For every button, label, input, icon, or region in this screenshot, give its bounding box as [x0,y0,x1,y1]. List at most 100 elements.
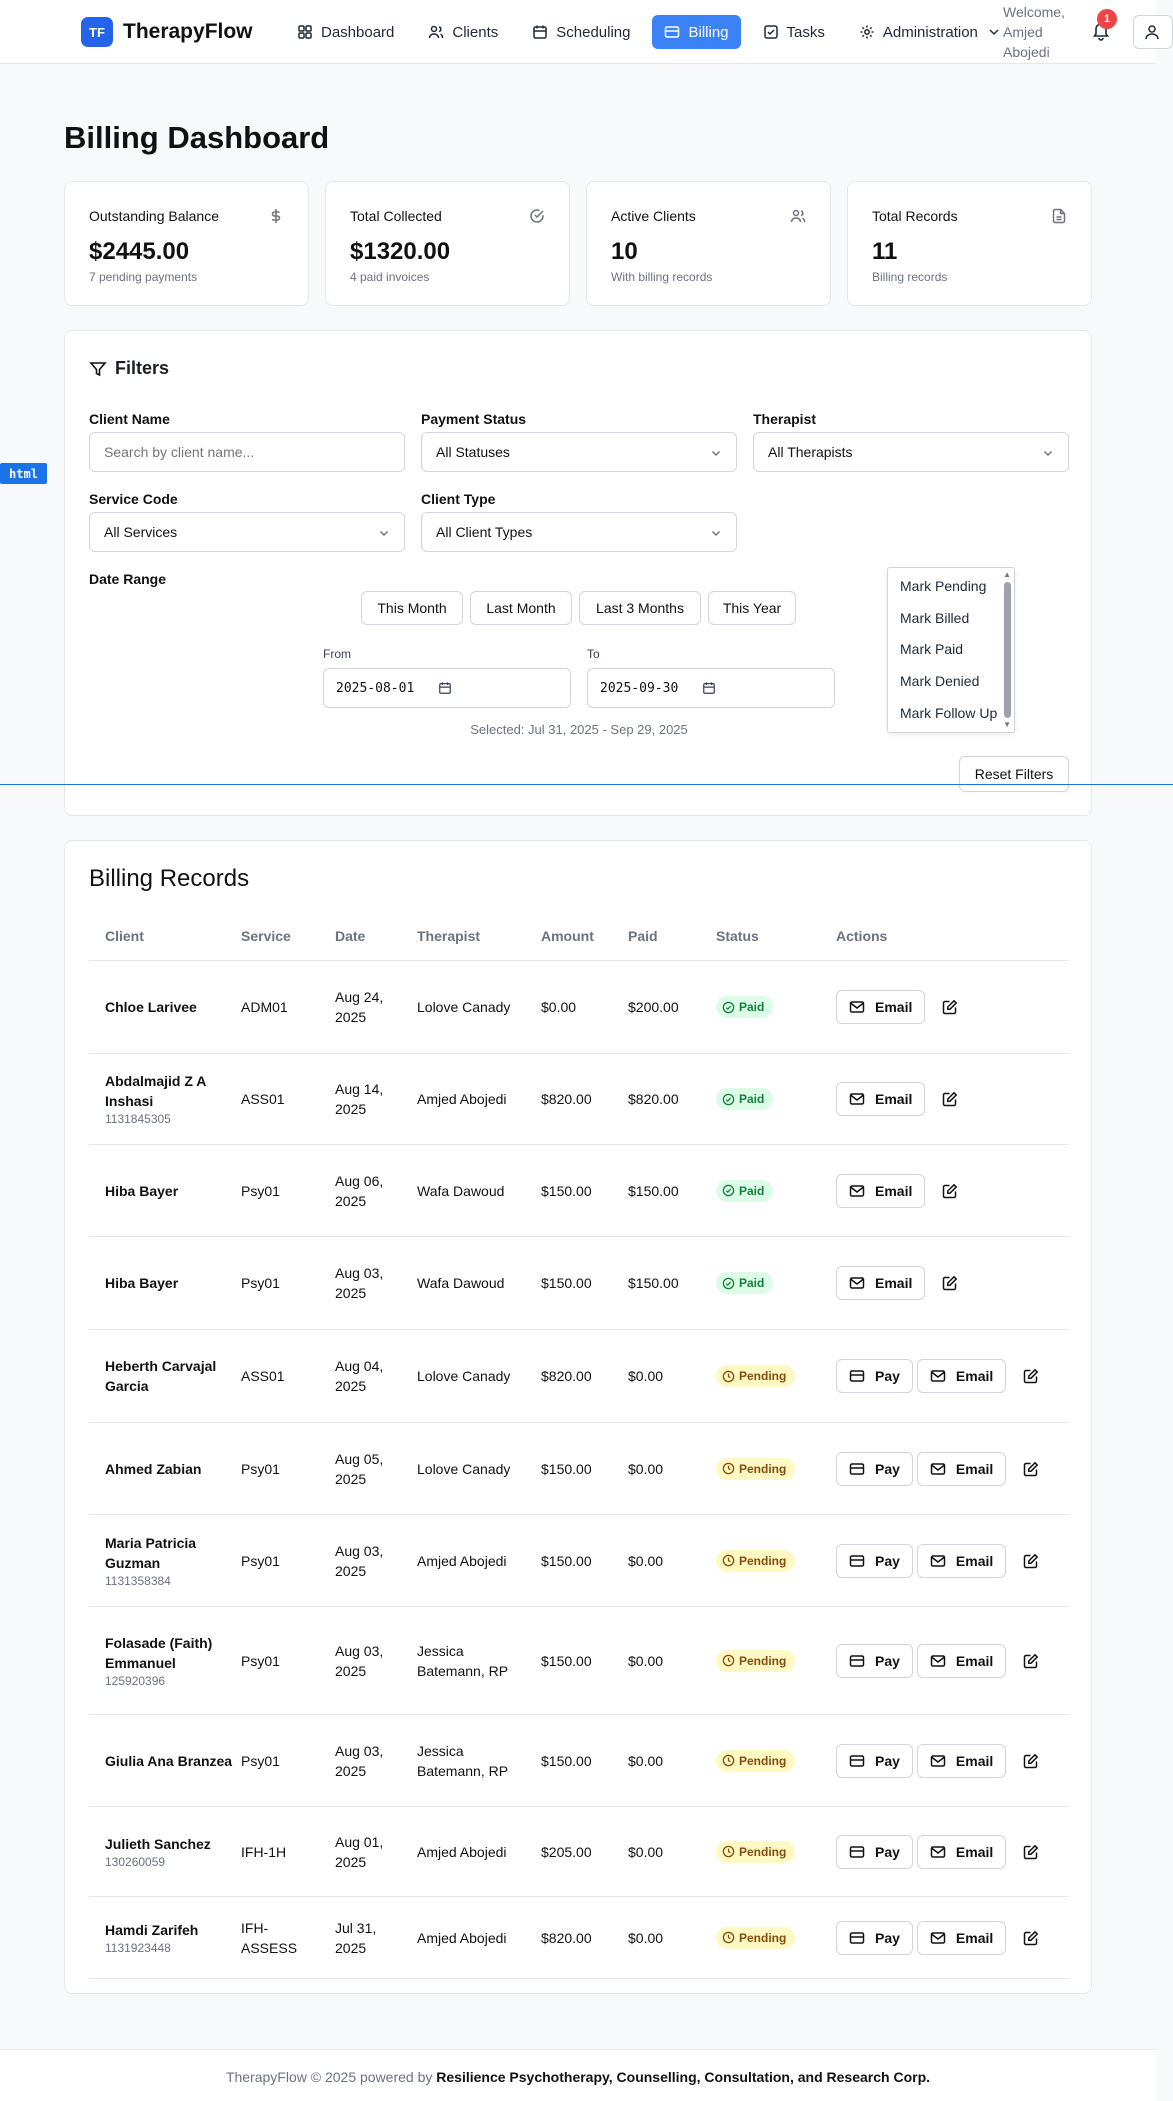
client-name[interactable]: Ahmed Zabian [105,1459,235,1479]
client-name[interactable]: Abdalmajid Z A Inshasi [105,1071,235,1111]
actions-cell: Pay Email [836,1715,1048,1806]
table-row: Heberth Carvajal Garcia ASS01 Aug 04, 2025… [89,1330,1069,1423]
service-code-select[interactable]: All Services [89,512,405,552]
email-button[interactable]: Email [916,1359,1007,1393]
therapist-select[interactable]: All Therapists [753,432,1069,472]
nav-dashboard[interactable]: Dashboard [285,15,406,49]
actions-cell: Pay Email [836,1897,1048,1978]
client-name[interactable]: Hiba Bayer [105,1181,235,1201]
amount-cell: $820.00 [541,1929,592,1946]
mark-option[interactable]: Mark Paid [900,641,963,657]
last-3-months-button[interactable]: Last 3 Months [579,591,701,625]
edit-icon[interactable] [933,1174,967,1208]
client-name[interactable]: Hiba Bayer [105,1273,235,1293]
scroll-up-icon[interactable]: ▲ [1003,570,1011,579]
reset-filters-button[interactable]: Reset Filters [959,756,1069,792]
clock-icon [722,1654,735,1667]
edit-icon[interactable] [1014,1452,1048,1486]
client-name[interactable]: Folasade (Faith) Emmanuel [105,1633,235,1673]
from-date-input[interactable]: 2025-08-01 [323,668,571,708]
client-id: 1131923448 [105,1940,171,1955]
edit-icon[interactable] [1014,1359,1048,1393]
edit-icon[interactable] [933,1082,967,1116]
mark-status-list[interactable]: Mark Pending Mark Billed Mark Paid Mark … [887,567,1015,733]
date-range-label: Date Range [89,571,167,587]
scrollbar-thumb[interactable] [1004,582,1011,718]
column-header-actions: Actions [836,928,888,944]
pay-button[interactable]: Pay [836,1743,913,1778]
email-button[interactable]: Email [836,1266,926,1300]
nav-clients[interactable]: Clients [416,15,510,49]
edit-icon[interactable] [933,990,967,1024]
pay-button[interactable]: Pay [836,1834,913,1869]
pay-button[interactable]: Pay [836,1543,913,1578]
edit-icon[interactable] [1014,1644,1048,1678]
mark-option[interactable]: Mark Pending [900,578,986,594]
email-button[interactable]: Email [836,1173,926,1208]
edit-icon[interactable] [1014,1835,1048,1869]
client-name[interactable]: Giulia Ana Branzea [105,1751,235,1771]
client-name-input[interactable] [89,432,405,472]
client-name[interactable]: Maria Patricia Guzman [105,1533,235,1573]
nav-tasks[interactable]: Tasks [751,15,837,49]
nav-billing[interactable]: Billing [652,15,741,49]
email-button-label: Email [875,1091,913,1107]
email-button[interactable]: Email [836,990,926,1024]
therapist-cell: Wafa Dawoud [417,1275,505,1291]
pay-button[interactable]: Pay [836,1359,913,1393]
users-icon [790,209,806,223]
email-button[interactable]: Email [836,1082,926,1116]
edit-icon[interactable] [1014,1544,1048,1578]
email-button[interactable]: Email [916,1451,1007,1486]
stat-subtext: With billing records [611,270,713,284]
from-date-value: 2025-08-01 [336,680,415,696]
client-type-select[interactable]: All Client Types [421,512,737,552]
payment-status-label: Payment Status [421,411,527,427]
edit-icon[interactable] [933,1266,967,1300]
nav-scheduling[interactable]: Scheduling [520,15,642,49]
amount-cell: $150.00 [541,1652,592,1669]
email-button[interactable]: Email [916,1834,1007,1869]
email-button-label: Email [955,1652,994,1669]
email-button[interactable]: Email [916,1920,1007,1955]
date-cell: Aug 04, 2025 [335,1358,384,1394]
client-name[interactable]: Julieth Sanchez [105,1834,235,1854]
brand[interactable]: TF TherapyFlow [81,17,253,47]
credit-card-icon [849,1553,865,1569]
pay-button[interactable]: Pay [836,1920,913,1955]
last-month-button[interactable]: Last Month [470,591,572,625]
check-circle-icon [722,1001,735,1014]
mark-option[interactable]: Mark Denied [900,673,979,689]
check-circle-icon [722,1184,735,1197]
scroll-down-icon[interactable]: ▼ [1003,720,1011,729]
therapist-cell: Jessica Batemann, RP [417,1742,509,1779]
email-button[interactable]: Email [916,1743,1007,1778]
client-name[interactable]: Hamdi Zarifeh [105,1920,235,1940]
status-badge: Paid [716,1272,774,1294]
client-name[interactable]: Chloe Larivee [105,997,235,1017]
this-year-button[interactable]: This Year [708,591,796,625]
actions-cell: Email [836,1237,967,1329]
mail-icon [849,999,865,1015]
guide-line [0,784,1173,785]
clock-icon [722,1754,735,1767]
email-button[interactable]: Email [916,1643,1007,1678]
paid-cell: $0.00 [628,1552,664,1569]
nav-administration[interactable]: Administration [847,15,1014,49]
edit-icon[interactable] [1014,1921,1048,1955]
payment-status-select[interactable]: All Statuses [421,432,737,472]
client-name[interactable]: Heberth Carvajal Garcia [105,1356,235,1396]
pay-button[interactable]: Pay [836,1643,913,1678]
user-menu-button[interactable] [1133,15,1173,49]
email-button[interactable]: Email [916,1543,1007,1578]
service-code-value: All Services [104,524,178,540]
pay-button[interactable]: Pay [836,1451,913,1486]
footer-text: TherapyFlow © 2025 powered by [225,2069,433,2085]
this-month-button[interactable]: This Month [361,591,463,625]
mark-option[interactable]: Mark Billed [900,610,969,626]
stat-card-collected: Total Collected $1320.00 4 paid invoices [325,181,570,306]
to-date-input[interactable]: 2025-09-30 [587,668,835,708]
date-cell: Aug 14, 2025 [335,1081,384,1117]
edit-icon[interactable] [1014,1744,1048,1778]
mark-option[interactable]: Mark Follow Up [900,705,997,721]
